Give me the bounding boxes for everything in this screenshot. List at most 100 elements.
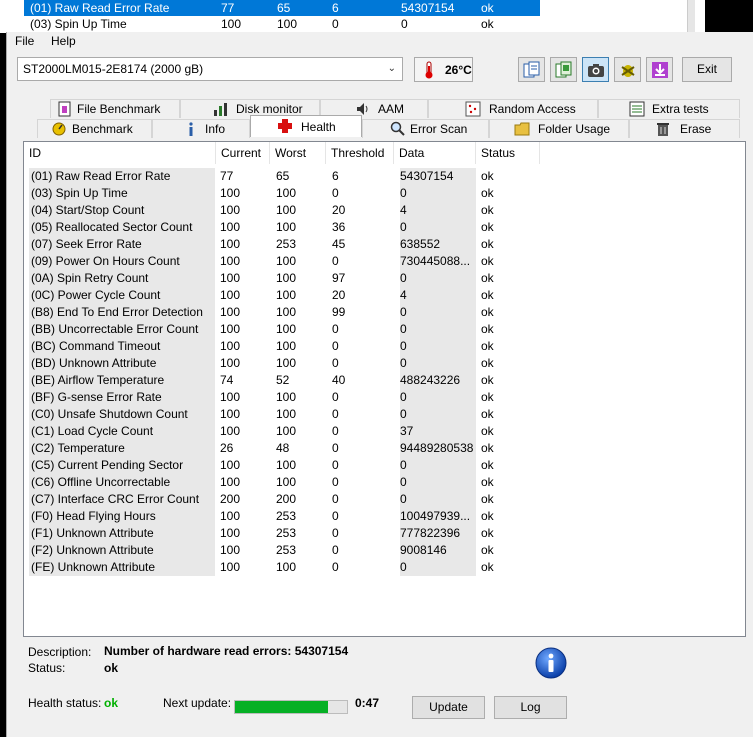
col-header-id[interactable]: ID	[24, 142, 216, 164]
background-cell-data: 0	[401, 17, 408, 31]
table-row[interactable]: (03) Spin Up Time 100 100 0 0 ok	[24, 185, 624, 202]
cell-data: 9008146	[400, 542, 476, 559]
menu-file[interactable]: File	[15, 34, 34, 48]
copy-text-button[interactable]	[518, 57, 545, 82]
drive-select-value: ST2000LM015-2E8174 (2000 gB)	[23, 62, 204, 76]
cell-worst: 100	[276, 186, 297, 200]
cell-threshold: 20	[332, 203, 346, 217]
tab-erase[interactable]: Erase	[629, 119, 740, 138]
table-row[interactable]: (07) Seek Error Rate 100 253 45 638552 ok	[24, 236, 624, 253]
cell-data: 0	[400, 457, 476, 474]
cell-id: (B8) End To End Error Detection	[29, 304, 215, 321]
exit-button[interactable]: Exit	[682, 57, 732, 82]
table-row[interactable]: (BF) G-sense Error Rate 100 100 0 0 ok	[24, 389, 624, 406]
background-scrollbar[interactable]	[687, 0, 695, 33]
copy-screenshot-icon	[555, 61, 572, 78]
table-row[interactable]: (FE) Unknown Attribute 100 100 0 0 ok	[24, 559, 624, 576]
cell-data: 94489280538	[400, 440, 476, 457]
screenshot-button[interactable]	[582, 57, 609, 82]
tab-error-scan[interactable]: Error Scan	[362, 119, 489, 138]
cell-current: 100	[220, 220, 241, 234]
table-row[interactable]: (F1) Unknown Attribute 100 253 0 777822396 ok	[24, 525, 624, 542]
cell-status: ok	[481, 407, 494, 421]
cell-current: 100	[220, 356, 241, 370]
col-header-status[interactable]: Status	[476, 142, 540, 164]
cell-current: 100	[220, 458, 241, 472]
cell-current: 100	[220, 390, 241, 404]
background-table-row[interactable]: (03) Spin Up Time 100 100 0 0 ok	[24, 16, 540, 32]
cell-threshold: 0	[332, 254, 339, 268]
menu-help[interactable]: Help	[51, 34, 76, 48]
table-row[interactable]: (BD) Unknown Attribute 100 100 0 0 ok	[24, 355, 624, 372]
cell-threshold: 0	[332, 407, 339, 421]
smart-table[interactable]: ID Current Worst Threshold Data Status (…	[23, 141, 746, 637]
cell-id: (BD) Unknown Attribute	[29, 355, 215, 372]
cell-id: (FE) Unknown Attribute	[29, 559, 215, 576]
table-row[interactable]: (C2) Temperature 26 48 0 94489280538 ok	[24, 440, 624, 457]
table-row[interactable]: (0C) Power Cycle Count 100 100 20 4 ok	[24, 287, 624, 304]
table-row[interactable]: (F0) Head Flying Hours 100 253 0 100497939..…	[24, 508, 624, 525]
background-cell-status: ok	[481, 1, 494, 15]
cell-id: (C6) Offline Uncorrectable	[29, 474, 215, 491]
table-row[interactable]: (BB) Uncorrectable Error Count 100 100 0 0 ok	[24, 321, 624, 338]
drive-select[interactable]: ST2000LM015-2E8174 (2000 gB) ⌄	[17, 57, 403, 81]
background-table-row[interactable]: (01) Raw Read Error Rate 77 65 6 54307154 ok	[24, 0, 540, 16]
table-row[interactable]: (04) Start/Stop Count 100 100 20 4 ok	[24, 202, 624, 219]
benchmark-icon	[52, 122, 66, 136]
random-access-icon	[465, 101, 481, 117]
table-row[interactable]: (C1) Load Cycle Count 100 100 0 37 ok	[24, 423, 624, 440]
cell-status: ok	[481, 543, 494, 557]
table-row[interactable]: (05) Reallocated Sector Count 100 100 36 0 ok	[24, 219, 624, 236]
table-row[interactable]: (09) Power On Hours Count 100 100 0 73044508…	[24, 253, 624, 270]
table-row[interactable]: (01) Raw Read Error Rate 77 65 6 54307154 ok	[24, 168, 624, 185]
table-row[interactable]: (C7) Interface CRC Error Count 200 200 0 0 ok	[24, 491, 624, 508]
cell-worst: 65	[276, 169, 290, 183]
tab-info[interactable]: Info	[152, 119, 250, 138]
col-header-data[interactable]: Data	[394, 142, 476, 164]
info-icon[interactable]	[535, 647, 567, 679]
tab-folder-usage[interactable]: Folder Usage	[489, 119, 629, 138]
log-button[interactable]: Log	[494, 696, 567, 719]
cell-data: 0	[400, 491, 476, 508]
cell-threshold: 0	[332, 390, 339, 404]
cell-worst: 253	[276, 543, 297, 557]
cell-worst: 100	[276, 560, 297, 574]
table-row[interactable]: (B8) End To End Error Detection 100 100 99 0…	[24, 304, 624, 321]
table-row[interactable]: (0A) Spin Retry Count 100 100 97 0 ok	[24, 270, 624, 287]
update-button[interactable]: Update	[412, 696, 485, 719]
col-header-worst[interactable]: Worst	[270, 142, 326, 164]
background-cell-current: 77	[221, 1, 235, 15]
cell-data: 0	[400, 559, 476, 576]
info-tab-icon	[189, 122, 193, 136]
tab-random-access[interactable]: Random Access	[428, 99, 598, 118]
table-row[interactable]: (C5) Current Pending Sector 100 100 0 0 ok	[24, 457, 624, 474]
cell-data: 730445088...	[400, 253, 476, 270]
cell-status: ok	[481, 475, 494, 489]
cell-data: 0	[400, 185, 476, 202]
cell-worst: 48	[276, 441, 290, 455]
table-row[interactable]: (BE) Airflow Temperature 74 52 40 488243226 o…	[24, 372, 624, 389]
cell-current: 100	[220, 475, 241, 489]
cell-data: 0	[400, 270, 476, 287]
cell-current: 100	[220, 271, 241, 285]
tab-extra-tests[interactable]: Extra tests	[598, 99, 740, 118]
description-label: Description:	[28, 645, 92, 659]
table-row[interactable]: (F2) Unknown Attribute 100 253 0 9008146 ok	[24, 542, 624, 559]
col-header-current[interactable]: Current	[216, 142, 270, 164]
copy-screenshot-button[interactable]	[550, 57, 577, 82]
tab-health[interactable]: Health	[250, 115, 362, 137]
tab-benchmark[interactable]: Benchmark	[37, 119, 152, 138]
col-header-threshold[interactable]: Threshold	[326, 142, 394, 164]
cell-worst: 100	[276, 458, 297, 472]
table-row[interactable]: (C0) Unsafe Shutdown Count 100 100 0 0 ok	[24, 406, 624, 423]
cell-id: (07) Seek Error Rate	[29, 236, 215, 253]
tab-file-benchmark[interactable]: File Benchmark	[50, 99, 180, 118]
cell-current: 100	[220, 509, 241, 523]
table-row[interactable]: (C6) Offline Uncorrectable 100 100 0 0 ok	[24, 474, 624, 491]
status-value: ok	[104, 661, 119, 675]
table-row[interactable]: (BC) Command Timeout 100 100 0 0 ok	[24, 338, 624, 355]
thermometer-icon	[425, 61, 433, 79]
bug-report-button[interactable]	[614, 57, 641, 82]
download-button[interactable]	[646, 57, 673, 82]
cell-status: ok	[481, 220, 494, 234]
